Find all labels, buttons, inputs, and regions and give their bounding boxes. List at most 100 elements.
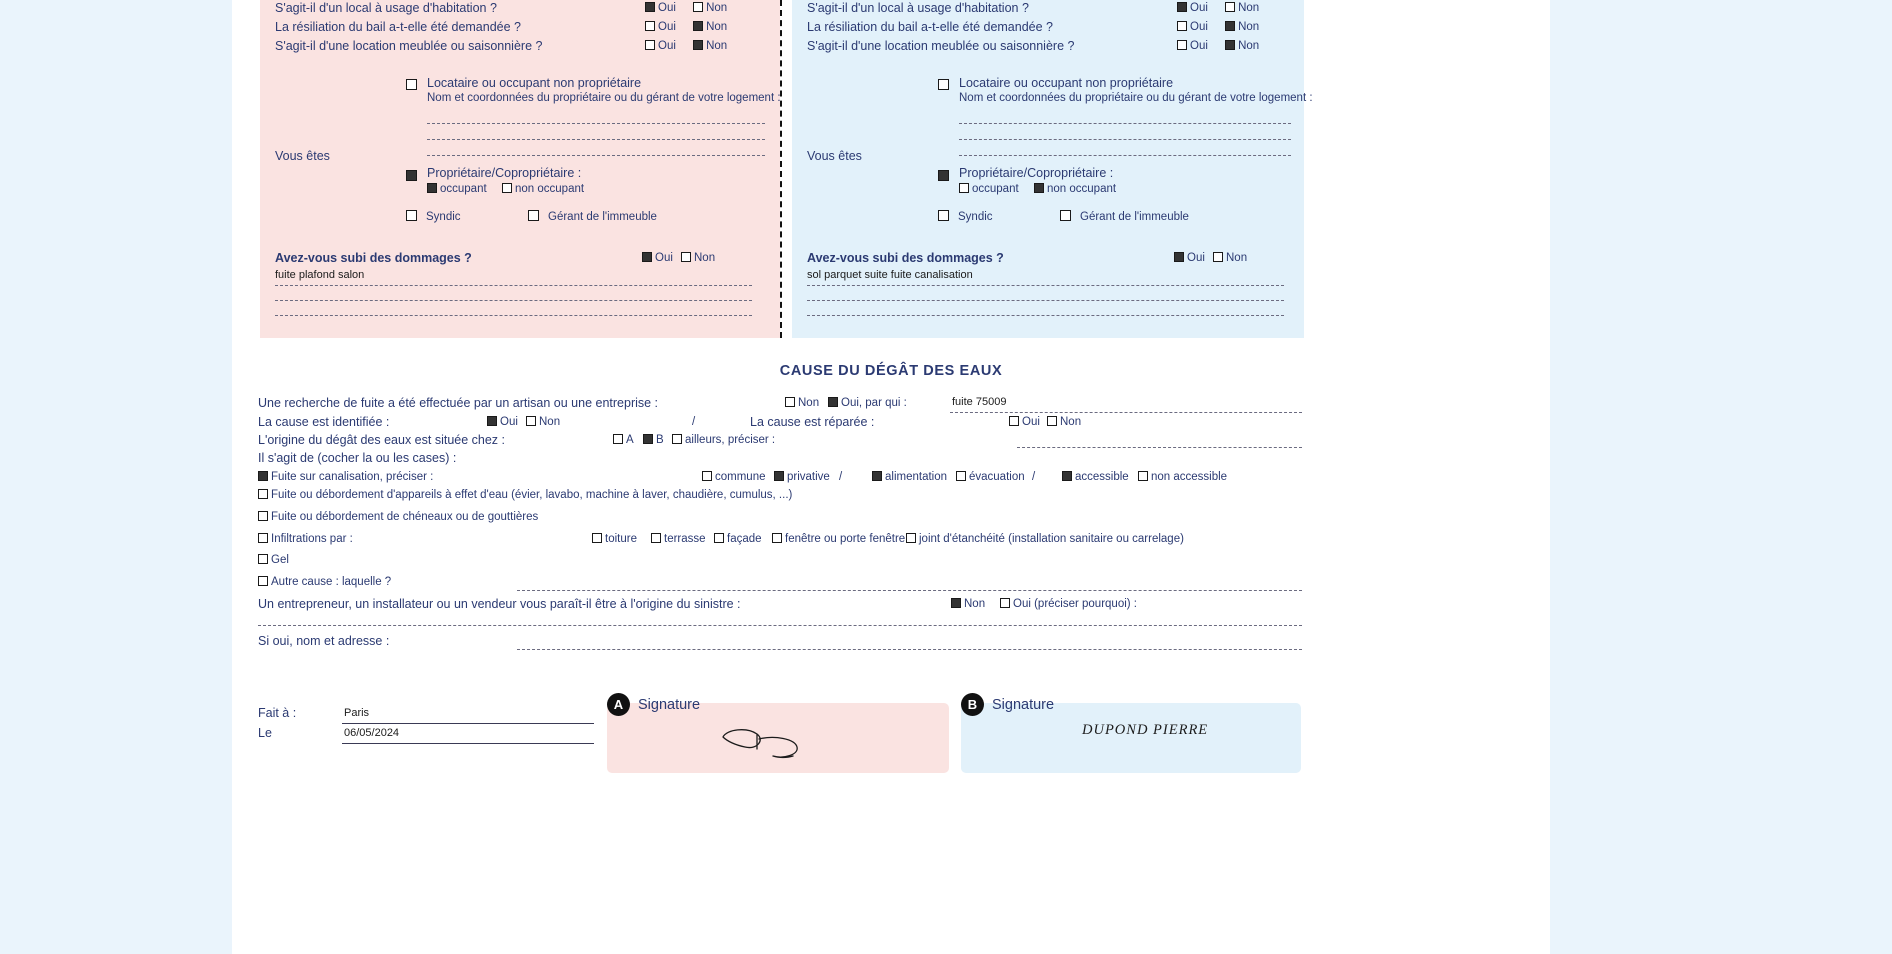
checkbox-icon[interactable] [258,511,268,521]
checkbox-icon[interactable] [681,252,691,262]
cause-entrepreneur-line[interactable] [258,625,1302,626]
checkbox-icon[interactable] [258,533,268,543]
checkbox-icon[interactable] [1225,40,1236,50]
checkbox-icon[interactable] [645,40,655,50]
checkbox-icon[interactable] [406,79,417,90]
cause-identifiee-oui[interactable]: Oui [487,416,518,429]
checkbox-icon[interactable] [714,533,724,543]
checkbox-icon[interactable] [774,471,784,481]
checkbox-icon[interactable] [1000,598,1010,608]
checkbox-icon[interactable] [1009,416,1019,426]
checkbox-icon[interactable] [651,533,661,543]
cause-canalisation-evacuation[interactable]: évacuation [956,471,1025,484]
panel-b-proprietaire-row[interactable] [938,167,952,185]
cause-canalisation-non-accessible[interactable]: non accessible [1138,471,1227,484]
panel-a-q1-non[interactable]: Non [693,2,727,15]
cause-fuite-canalisation[interactable]: Fuite sur canalisation, préciser : [258,471,433,484]
panel-b-q2-non[interactable]: Non [1225,21,1259,34]
cause-infiltration-facade[interactable]: façade [714,533,762,546]
cause-infiltration-toiture[interactable]: toiture [592,533,637,546]
checkbox-icon[interactable] [785,397,795,407]
panel-b-dommages-text[interactable]: sol parquet suite fuite canalisation [807,269,973,281]
panel-b-gerant[interactable]: Gérant de l'immeuble [1060,210,1189,224]
checkbox-icon[interactable] [1060,210,1071,221]
panel-b-q2-oui[interactable]: Oui [1177,21,1208,34]
checkbox-icon[interactable] [613,434,623,444]
checkbox-icon[interactable] [427,183,437,193]
checkbox-icon[interactable] [592,533,602,543]
panel-b-q3-non[interactable]: Non [1225,40,1259,53]
cause-identifiee-non[interactable]: Non [526,416,560,429]
signature-text-b[interactable]: DUPOND PIERRE [1082,722,1208,739]
checkbox-icon[interactable] [1177,21,1187,31]
checkbox-icon[interactable] [258,554,268,564]
footer-le-line[interactable] [342,743,594,744]
checkbox-icon[interactable] [1174,252,1184,262]
checkbox-icon[interactable] [672,434,682,444]
panel-b-dommages-line-1[interactable] [807,285,1284,286]
panel-b-q1-non[interactable]: Non [1225,2,1259,15]
cause-reparee-non[interactable]: Non [1047,416,1081,429]
checkbox-icon[interactable] [1047,416,1057,426]
checkbox-icon[interactable] [938,170,949,181]
cause-infiltration-fenetre[interactable]: fenêtre ou porte fenêtre [772,533,905,546]
cause-origine-b[interactable]: B [643,434,664,447]
panel-a-dommages-line-3[interactable] [275,315,752,316]
checkbox-icon[interactable] [906,533,916,543]
cause-recherche-value[interactable]: fuite 75009 [952,396,1006,408]
cause-infiltration-joint[interactable]: joint d'étanchéité (installation sanitai… [906,533,1184,546]
cause-reparee-oui[interactable]: Oui [1009,416,1040,429]
checkbox-icon[interactable] [642,252,652,262]
panel-a-gerant[interactable]: Gérant de l'immeuble [528,210,657,224]
panel-b-owner-line-3[interactable] [959,155,1291,156]
cause-canalisation-accessible[interactable]: accessible [1062,471,1129,484]
panel-a-occupant[interactable]: occupant [427,183,487,196]
footer-fait-a-line[interactable] [342,723,594,724]
checkbox-icon[interactable] [406,170,417,181]
cause-recherche-non[interactable]: Non [785,397,819,410]
cause-debordement-appareils[interactable]: Fuite ou débordement d'appareils à effet… [258,489,792,502]
checkbox-icon[interactable] [1213,252,1223,262]
checkbox-icon[interactable] [693,2,704,12]
cause-autre-line[interactable] [517,590,1302,591]
panel-b-dommages-line-2[interactable] [807,300,1284,301]
panel-a-proprietaire-row[interactable] [406,167,420,185]
panel-a-syndic[interactable]: Syndic [406,210,461,224]
panel-a-q1-oui[interactable]: Oui [645,2,676,15]
checkbox-icon[interactable] [643,434,653,444]
panel-a-dommages-oui[interactable]: Oui [642,252,673,265]
footer-fait-a-value[interactable]: Paris [344,707,369,719]
panel-a-q2-oui[interactable]: Oui [645,21,676,34]
panel-b-syndic[interactable]: Syndic [938,210,993,224]
checkbox-icon[interactable] [951,598,961,608]
checkbox-icon[interactable] [1138,471,1148,481]
cause-origine-a[interactable]: A [613,434,634,447]
panel-b-owner-line-2[interactable] [959,139,1291,140]
checkbox-icon[interactable] [693,40,704,50]
cause-canalisation-commune[interactable]: commune [702,471,766,484]
cause-si-oui-line[interactable] [517,649,1302,650]
cause-recherche-oui[interactable]: Oui, par qui : [828,397,907,410]
panel-a-locataire-row[interactable] [406,76,420,94]
cause-recherche-line[interactable] [950,412,1302,413]
panel-a-owner-line-3[interactable] [427,155,765,156]
cause-autre[interactable]: Autre cause : laquelle ? [258,576,391,589]
panel-a-q3-oui[interactable]: Oui [645,40,676,53]
cause-infiltration-terrasse[interactable]: terrasse [651,533,706,546]
checkbox-icon[interactable] [502,183,512,193]
cause-entrepreneur-non[interactable]: Non [951,598,985,611]
checkbox-icon[interactable] [1225,21,1236,31]
cause-gel[interactable]: Gel [258,554,289,567]
panel-a-dommages-line-1[interactable] [275,285,752,286]
checkbox-icon[interactable] [938,79,949,90]
checkbox-icon[interactable] [1177,40,1187,50]
panel-b-dommages-non[interactable]: Non [1213,252,1247,265]
panel-b-owner-line-1[interactable] [959,123,1291,124]
cause-entrepreneur-oui[interactable]: Oui (préciser pourquoi) : [1000,598,1137,611]
checkbox-icon[interactable] [258,576,268,586]
cause-origine-ailleurs-line[interactable] [1017,447,1302,448]
footer-le-value[interactable]: 06/05/2024 [344,727,399,739]
cause-canalisation-alimentation[interactable]: alimentation [872,471,947,484]
checkbox-icon[interactable] [702,471,712,481]
cause-canalisation-privative[interactable]: privative [774,471,830,484]
